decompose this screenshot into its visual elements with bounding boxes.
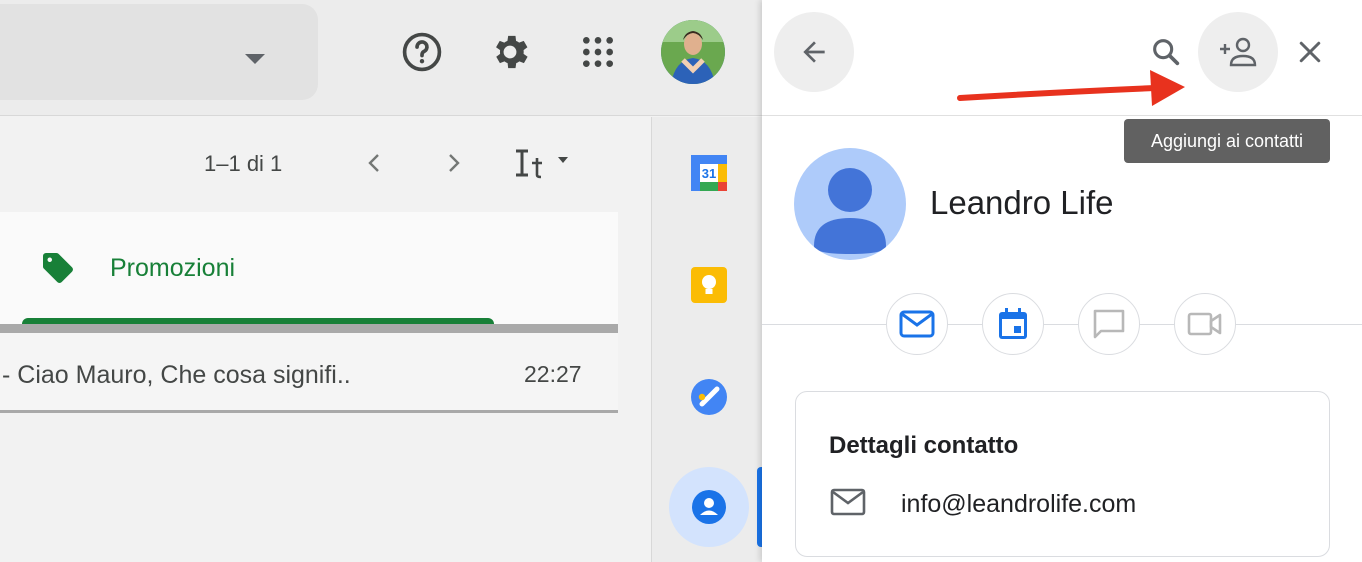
annotation-arrow bbox=[957, 70, 1185, 106]
chat-icon[interactable] bbox=[1078, 293, 1140, 355]
keep-app-icon[interactable] bbox=[669, 245, 749, 325]
email-snippet: - Ciao Mauro, Che cosa signifi.. bbox=[2, 361, 351, 389]
video-call-icon[interactable] bbox=[1174, 293, 1236, 355]
apps-grid-icon[interactable] bbox=[574, 28, 622, 76]
actions-divider bbox=[762, 324, 1362, 325]
account-avatar[interactable] bbox=[661, 20, 725, 84]
email-row[interactable]: - Ciao Mauro, Che cosa signifi.. 22:27 bbox=[0, 333, 618, 413]
add-to-contacts-tooltip: Aggiungi ai contatti bbox=[1124, 119, 1330, 163]
back-arrow-icon[interactable] bbox=[774, 12, 854, 92]
input-tools-icon[interactable] bbox=[510, 147, 580, 179]
contact-name: Leandro Life bbox=[930, 184, 1114, 221]
contact-avatar bbox=[794, 148, 906, 260]
contact-email[interactable]: info@leandrolife.com bbox=[901, 490, 1136, 519]
help-icon[interactable] bbox=[398, 28, 446, 76]
list-toolbar: 1–1 di 1 bbox=[0, 117, 650, 211]
tag-icon bbox=[40, 250, 76, 291]
search-options-caret-icon[interactable] bbox=[245, 54, 265, 64]
mail-icon bbox=[830, 488, 866, 521]
add-to-contacts-icon[interactable] bbox=[1198, 12, 1278, 92]
tab-promotions[interactable]: Promozioni bbox=[110, 254, 235, 283]
contacts-app-icon[interactable] bbox=[669, 467, 749, 547]
chevron-right-icon[interactable] bbox=[438, 147, 470, 179]
contact-details-card: Dettagli contatto info@leandrolife.com bbox=[795, 391, 1330, 557]
tab-divider bbox=[0, 324, 618, 333]
email-time: 22:27 bbox=[524, 361, 582, 387]
pagination-text: 1–1 di 1 bbox=[204, 151, 283, 176]
close-icon[interactable] bbox=[1286, 28, 1334, 76]
calendar-day-number: 31 bbox=[702, 166, 716, 181]
calendar-event-icon[interactable] bbox=[982, 293, 1044, 355]
calendar-app-icon[interactable]: 31 bbox=[669, 133, 749, 213]
category-tabs: Promozioni bbox=[0, 212, 618, 324]
chevron-left-icon[interactable] bbox=[358, 147, 390, 179]
side-app-rail: 31 bbox=[651, 117, 763, 562]
settings-icon[interactable] bbox=[486, 28, 534, 76]
top-bar bbox=[0, 0, 762, 116]
email-icon[interactable] bbox=[886, 293, 948, 355]
search-bar[interactable] bbox=[0, 4, 318, 100]
contact-details-title: Dettagli contatto bbox=[829, 432, 1019, 459]
tasks-app-icon[interactable] bbox=[669, 357, 749, 437]
